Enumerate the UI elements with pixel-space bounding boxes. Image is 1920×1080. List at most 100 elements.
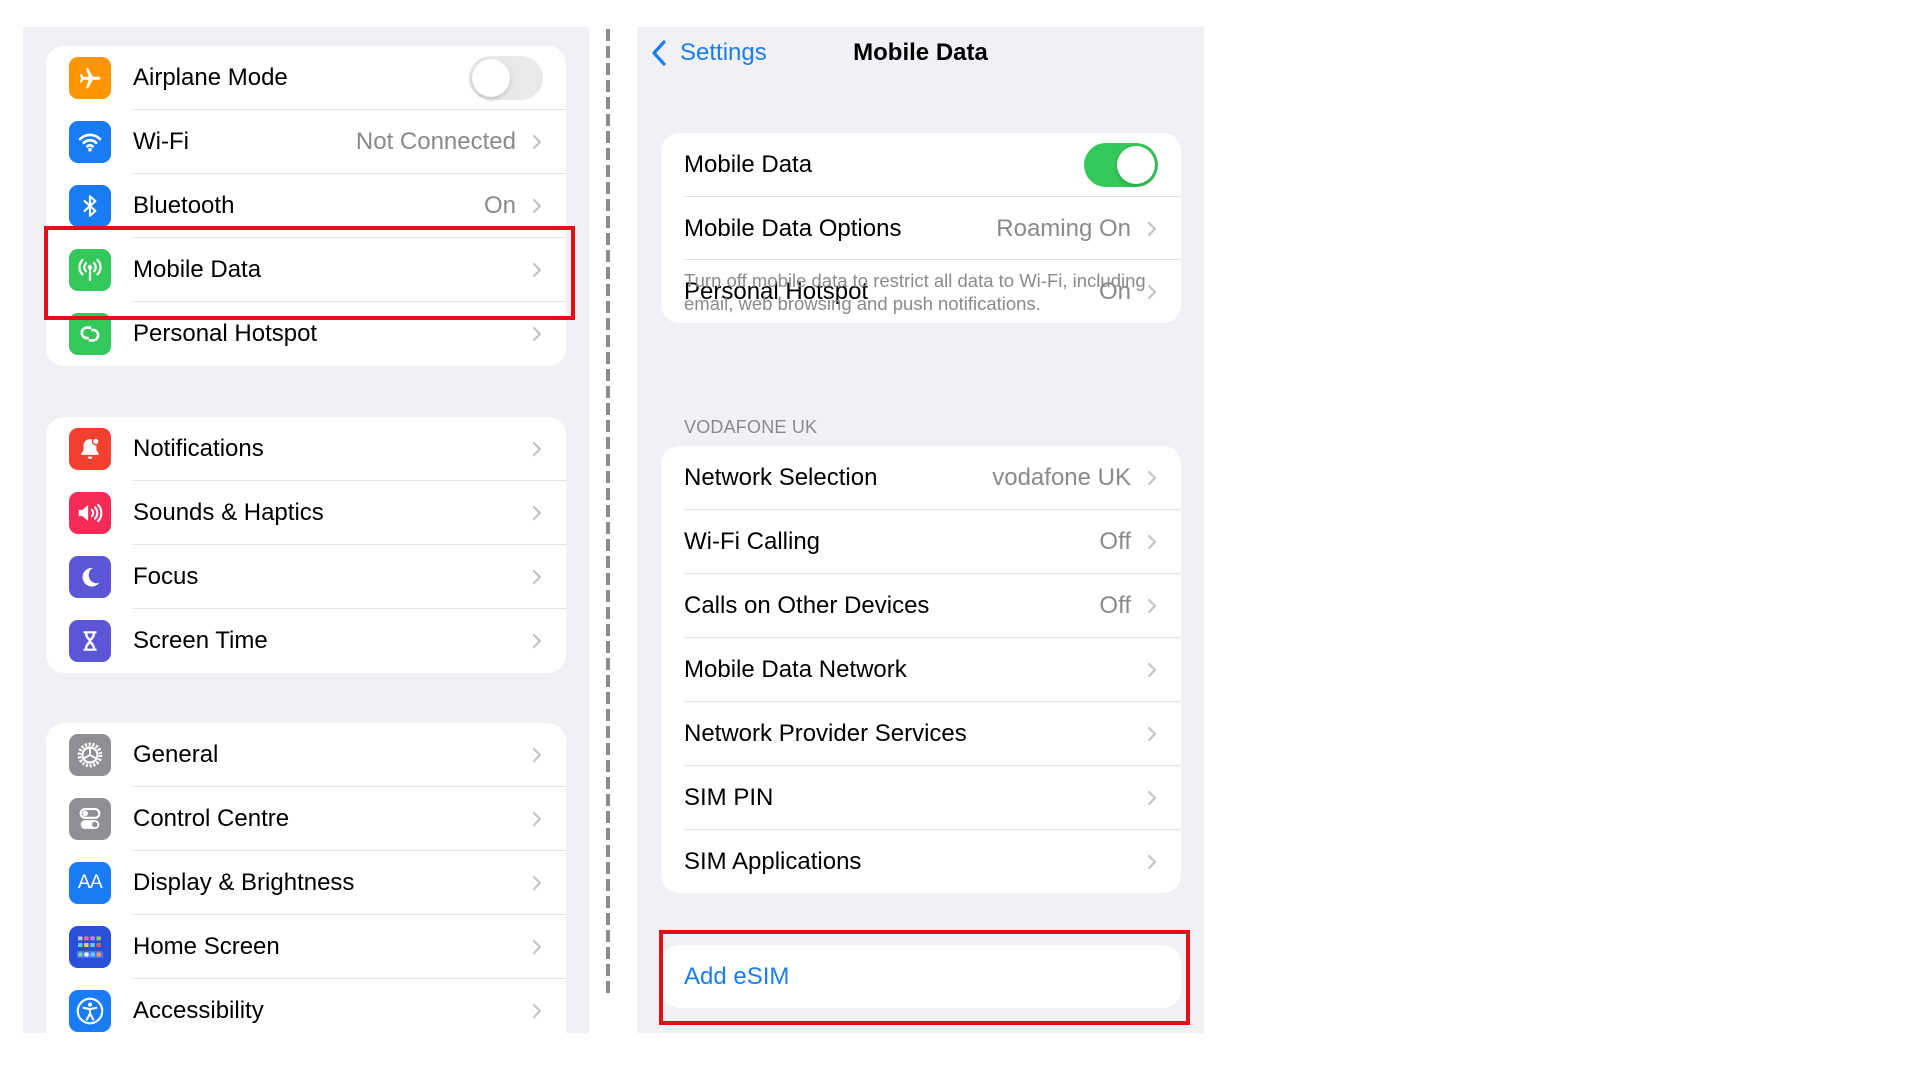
setting-row-calls-other-devices[interactable]: Calls on Other Devices Off (661, 574, 1181, 638)
add-esim-button[interactable]: Add eSIM (661, 945, 1181, 1008)
chevron-right-icon (532, 134, 542, 150)
chevron-right-icon (532, 441, 542, 457)
switches-icon (69, 798, 111, 840)
chevron-right-icon (532, 633, 542, 649)
row-label: SIM Applications (684, 847, 862, 875)
chevron-right-icon (532, 939, 542, 955)
setting-row-mobile-data-network[interactable]: Mobile Data Network (661, 638, 1181, 702)
general-group: General Control Centre AA Display & Brig… (46, 723, 566, 1033)
row-label: Notifications (133, 435, 264, 462)
antenna-icon (69, 249, 111, 291)
settings-row-display-brightness[interactable]: AA Display & Brightness (46, 851, 566, 915)
mobile-data-toggle[interactable] (1084, 143, 1158, 187)
add-esim-label: Add eSIM (684, 962, 790, 990)
chevron-left-icon (652, 40, 666, 66)
row-label: Control Centre (133, 805, 290, 832)
row-label: Calls on Other Devices (684, 592, 930, 619)
chevron-right-icon (1147, 726, 1157, 742)
setting-row-network-provider-services[interactable]: Network Provider Services (661, 702, 1181, 766)
chevron-right-icon (1147, 790, 1157, 806)
wifi-icon (69, 121, 111, 163)
settings-row-personal-hotspot[interactable]: Personal Hotspot (46, 302, 566, 366)
chevron-right-icon (532, 505, 542, 521)
back-button[interactable]: Settings (650, 33, 767, 73)
row-label: Focus (133, 563, 199, 590)
settings-root-panel: Airplane Mode Wi-Fi Not Connected Blueto… (23, 27, 589, 1033)
settings-row-notifications[interactable]: Notifications (46, 417, 566, 481)
calls-other-devices-value: Off (1099, 592, 1131, 619)
settings-row-wifi[interactable]: Wi-Fi Not Connected (46, 110, 566, 174)
row-label: Wi-Fi Calling (684, 528, 821, 555)
back-label: Settings (680, 39, 767, 66)
chevron-right-icon (532, 569, 542, 585)
settings-row-general[interactable]: General (46, 723, 566, 787)
row-label: Mobile Data Options (684, 214, 902, 242)
settings-row-sounds-haptics[interactable]: Sounds & Haptics (46, 481, 566, 545)
row-label: Mobile Data (133, 256, 262, 283)
chevron-right-icon (1147, 598, 1157, 614)
row-label: Home Screen (133, 933, 280, 960)
settings-row-home-screen[interactable]: Home Screen (46, 915, 566, 979)
row-label: Mobile Data Network (684, 656, 907, 683)
hotspot-link-icon (69, 313, 111, 355)
chevron-right-icon (1147, 470, 1157, 486)
settings-row-screen-time[interactable]: Screen Time (46, 609, 566, 673)
bluetooth-status-value: On (483, 192, 516, 219)
wifi-calling-value: Off (1099, 528, 1131, 555)
chevron-right-icon (1147, 534, 1157, 550)
row-label: Wi-Fi (133, 128, 189, 155)
chevron-right-icon (1147, 854, 1157, 869)
chevron-right-icon (532, 811, 542, 827)
text-size-icon: AA (69, 862, 111, 904)
roaming-status-value: Roaming On (996, 214, 1131, 242)
mobile-data-footer-note: Turn off mobile data to restrict all dat… (684, 270, 1146, 314)
setting-row-sim-applications[interactable]: SIM Applications (661, 830, 1181, 893)
chevron-right-icon (1147, 662, 1157, 678)
row-label: Sounds & Haptics (133, 499, 324, 526)
text-size-glyph: AA (77, 872, 103, 893)
speaker-icon (69, 492, 111, 534)
bell-icon (69, 428, 111, 470)
row-label: SIM PIN (684, 784, 774, 811)
row-label: Airplane Mode (133, 64, 288, 91)
settings-row-accessibility[interactable]: Accessibility (46, 979, 566, 1033)
chevron-right-icon (532, 1003, 542, 1019)
chevron-right-icon (532, 198, 542, 214)
chevron-right-icon (532, 262, 542, 278)
settings-row-airplane-mode[interactable]: Airplane Mode (46, 46, 566, 110)
setting-row-mobile-data-toggle[interactable]: Mobile Data (661, 133, 1181, 197)
settings-row-bluetooth[interactable]: Bluetooth On (46, 174, 566, 238)
row-label: Mobile Data (684, 151, 813, 178)
row-label: Accessibility (133, 997, 264, 1024)
accessibility-icon (69, 990, 111, 1032)
settings-row-focus[interactable]: Focus (46, 545, 566, 609)
app-grid-icon (69, 926, 111, 968)
carrier-group: Network Selection vodafone UK Wi-Fi Call… (661, 446, 1181, 893)
network-value: vodafone UK (992, 464, 1131, 491)
notifications-group: Notifications Sounds & Haptics Focus Scr… (46, 417, 566, 673)
chevron-right-icon (532, 875, 542, 891)
row-label: Personal Hotspot (133, 320, 318, 347)
settings-row-mobile-data[interactable]: Mobile Data (46, 238, 566, 302)
bluetooth-icon (69, 185, 111, 227)
row-label: Display & Brightness (133, 869, 355, 896)
wifi-status-value: Not Connected (355, 128, 516, 155)
setting-row-wifi-calling[interactable]: Wi-Fi Calling Off (661, 510, 1181, 574)
row-label: General (133, 741, 219, 768)
row-label: Bluetooth (133, 192, 235, 219)
hourglass-icon (69, 620, 111, 662)
section-header-carrier: VODAFONE UK (684, 417, 818, 437)
setting-row-mobile-data-options[interactable]: Mobile Data Options Roaming On (661, 197, 1181, 260)
settings-row-control-centre[interactable]: Control Centre (46, 787, 566, 851)
airplane-icon (69, 57, 111, 99)
airplane-mode-toggle[interactable] (469, 56, 543, 100)
row-label: Network Selection (684, 464, 878, 491)
mobile-data-panel: Mobile Data Settings Mobile Data Mobile … (637, 27, 1204, 1033)
moon-icon (69, 556, 111, 598)
setting-row-network-selection[interactable]: Network Selection vodafone UK (661, 446, 1181, 510)
esim-group: Add eSIM (661, 945, 1181, 1008)
setting-row-sim-pin[interactable]: SIM PIN (661, 766, 1181, 830)
panel-divider (606, 29, 610, 996)
connectivity-group: Airplane Mode Wi-Fi Not Connected Blueto… (46, 46, 566, 366)
row-label: Network Provider Services (684, 720, 967, 747)
